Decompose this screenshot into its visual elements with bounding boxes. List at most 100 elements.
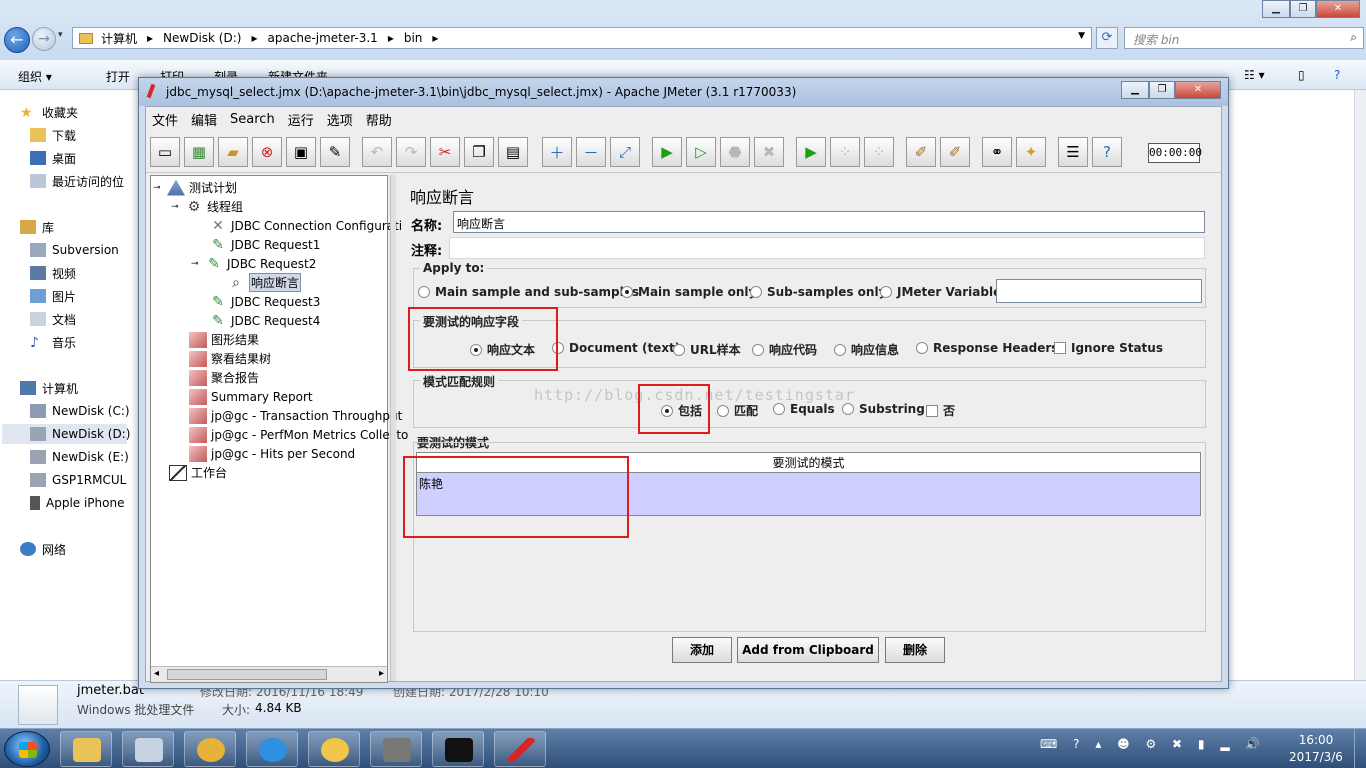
- chevron-right-icon[interactable]: ▸: [388, 31, 394, 45]
- organize-button[interactable]: 组织 ▾: [18, 68, 52, 85]
- remote-shutdown-icon[interactable]: ⁘: [864, 137, 894, 167]
- start-button[interactable]: [4, 731, 50, 767]
- comment-input[interactable]: [449, 237, 1205, 259]
- nav-iphone[interactable]: Apple iPhone: [30, 493, 124, 513]
- tree-node-jdbc-req3[interactable]: ✎ JDBC Request3: [209, 292, 320, 311]
- taskbar-jmeter[interactable]: [494, 731, 546, 767]
- save-as-icon[interactable]: ✎: [320, 137, 350, 167]
- taskbar-app-6[interactable]: [370, 731, 422, 767]
- maximize-button[interactable]: ❐: [1149, 81, 1175, 99]
- stop-icon[interactable]: ⬣: [720, 137, 750, 167]
- copy-icon[interactable]: ❐: [464, 137, 494, 167]
- field-response-headers-radio[interactable]: Response Headers: [916, 341, 1058, 355]
- name-input[interactable]: 响应断言: [453, 211, 1205, 233]
- undo-icon[interactable]: ↶: [362, 137, 392, 167]
- breadcrumb-item[interactable]: bin: [404, 31, 423, 45]
- nav-computer[interactable]: 计算机: [20, 378, 78, 398]
- nav-drive-d[interactable]: NewDisk (D:): [2, 424, 130, 444]
- cut-icon[interactable]: ✂: [430, 137, 460, 167]
- breadcrumb-item[interactable]: apache-jmeter-3.1: [268, 31, 378, 45]
- history-dropdown-icon[interactable]: ▾: [58, 30, 63, 40]
- collapse-icon[interactable]: －: [576, 137, 606, 167]
- tree-node-result-tree[interactable]: 察看结果树: [189, 349, 271, 368]
- nav-network[interactable]: 网络: [20, 539, 66, 559]
- menu-file[interactable]: 文件: [152, 110, 178, 129]
- refresh-icon[interactable]: ⟳: [1096, 27, 1118, 49]
- tree-toggle-icon[interactable]: ⊸: [153, 183, 167, 193]
- nav-downloads[interactable]: 下载: [30, 125, 76, 145]
- breadcrumb-item[interactable]: NewDisk (D:): [163, 31, 241, 45]
- scroll-right-icon[interactable]: ▸: [379, 668, 384, 679]
- address-bar[interactable]: 计算机 ▸ NewDisk (D:) ▸ apache-jmeter-3.1 ▸ bi…: [72, 27, 1092, 49]
- field-document-radio[interactable]: Document (text): [552, 341, 680, 355]
- forward-button[interactable]: →: [32, 27, 56, 51]
- close-file-icon[interactable]: ⊗: [252, 137, 282, 167]
- ignore-status-checkbox[interactable]: Ignore Status: [1054, 341, 1163, 355]
- rule-matches-radio[interactable]: 匹配: [717, 402, 758, 419]
- field-url-radio[interactable]: URL样本: [673, 341, 741, 358]
- rule-substring-radio[interactable]: Substring: [842, 402, 925, 416]
- add-from-clipboard-button[interactable]: Add from Clipboard: [737, 637, 879, 663]
- menu-run[interactable]: 运行: [288, 110, 314, 129]
- tree-toggle-icon[interactable]: ⊸: [191, 259, 205, 269]
- tree-node-hits[interactable]: jp@gc - Hits per Second: [189, 444, 355, 463]
- paste-icon[interactable]: ▤: [498, 137, 528, 167]
- tree-node-throughput[interactable]: jp@gc - Transaction Throughput: [189, 406, 402, 425]
- taskbar-app-5[interactable]: [308, 731, 360, 767]
- apply-main-and-sub-radio[interactable]: Main sample and sub-samples: [418, 285, 639, 299]
- menu-help[interactable]: 帮助: [366, 110, 392, 129]
- tree-node-thread-group[interactable]: ⊸ ⚙ 线程组: [171, 197, 243, 216]
- nav-pictures[interactable]: 图片: [30, 286, 76, 306]
- nav-drive-e[interactable]: NewDisk (E:): [30, 447, 129, 467]
- nav-recent[interactable]: 最近访问的位: [30, 171, 124, 191]
- remote-stop-icon[interactable]: ⁘: [830, 137, 860, 167]
- tree-node-workbench[interactable]: 工作台: [169, 463, 227, 482]
- breadcrumb-item[interactable]: 计算机: [101, 30, 137, 47]
- taskbar-explorer[interactable]: [60, 731, 112, 767]
- taskbar-cmd[interactable]: [432, 731, 484, 767]
- tree-node-graph[interactable]: 图形结果: [189, 330, 259, 349]
- minimize-button[interactable]: ▁: [1121, 81, 1149, 99]
- tree-node-summary[interactable]: Summary Report: [189, 387, 313, 406]
- start-no-pause-icon[interactable]: ▷: [686, 137, 716, 167]
- nav-libraries[interactable]: 库: [20, 217, 54, 237]
- apply-sub-only-radio[interactable]: Sub-samples only: [750, 285, 886, 299]
- system-tray-icons[interactable]: ⌨ ? ▴ ☻ ⚙ ✖ ▮ ▂ 🔊: [1040, 737, 1266, 751]
- tree-node-test-plan[interactable]: ⊸ 测试计划: [153, 178, 237, 197]
- taskbar-app-3[interactable]: [184, 731, 236, 767]
- toggle-icon[interactable]: ⤢: [610, 137, 640, 167]
- rule-not-checkbox[interactable]: 否: [926, 402, 955, 419]
- explorer-scrollbar[interactable]: [1354, 90, 1366, 680]
- reset-search-icon[interactable]: ✦: [1016, 137, 1046, 167]
- explorer-close-button[interactable]: ✕: [1316, 0, 1360, 18]
- tree-node-jdbc-req4[interactable]: ✎ JDBC Request4: [209, 311, 320, 330]
- expand-icon[interactable]: ＋: [542, 137, 572, 167]
- start-icon[interactable]: ▶: [652, 137, 682, 167]
- apply-jmeter-variable-radio[interactable]: JMeter Variable: [880, 285, 1001, 299]
- tree-node-jdbc-req1[interactable]: ✎ JDBC Request1: [209, 235, 320, 254]
- redo-icon[interactable]: ↷: [396, 137, 426, 167]
- tree-node-aggregate[interactable]: 聚合报告: [189, 368, 259, 387]
- back-button[interactable]: ←: [4, 27, 30, 53]
- search-icon[interactable]: ⌕: [1350, 30, 1357, 45]
- preview-pane-icon[interactable]: ▯: [1298, 68, 1305, 82]
- panel-splitter[interactable]: [390, 175, 396, 681]
- field-response-code-radio[interactable]: 响应代码: [752, 341, 817, 358]
- shutdown-icon[interactable]: ✖: [754, 137, 784, 167]
- show-desktop-button[interactable]: [1354, 729, 1366, 768]
- search-icon[interactable]: ⚭: [982, 137, 1012, 167]
- nav-music[interactable]: ♪ 音乐: [30, 332, 76, 352]
- clear-icon[interactable]: ✐: [906, 137, 936, 167]
- open-icon[interactable]: ▰: [218, 137, 248, 167]
- jmeter-variable-input[interactable]: [996, 279, 1202, 303]
- menu-search[interactable]: Search: [230, 112, 275, 127]
- templates-icon[interactable]: ▦: [184, 137, 214, 167]
- taskbar-app-2[interactable]: [122, 731, 174, 767]
- tree-node-assertion[interactable]: ⌕ 响应断言: [227, 273, 302, 292]
- nav-videos[interactable]: 视频: [30, 263, 76, 283]
- close-button[interactable]: ✕: [1175, 81, 1221, 99]
- tree-toggle-icon[interactable]: ⊸: [171, 202, 185, 212]
- new-icon[interactable]: ▭: [150, 137, 180, 167]
- nav-desktop[interactable]: 桌面: [30, 148, 76, 168]
- tree-node-jdbc-conn[interactable]: ✕ JDBC Connection Configurati: [209, 216, 402, 235]
